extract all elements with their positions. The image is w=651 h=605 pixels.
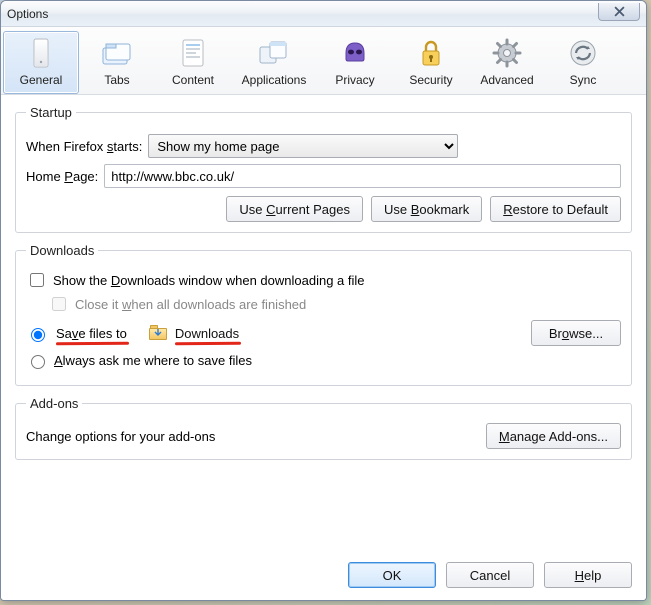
help-button[interactable]: Help xyxy=(544,562,632,588)
applications-icon xyxy=(257,36,291,70)
when-starts-label: When Firefox starts: xyxy=(26,139,142,154)
tab-security[interactable]: Security xyxy=(393,31,469,94)
addons-group: Add-ons Change options for your add-ons … xyxy=(15,396,632,460)
tab-privacy-label: Privacy xyxy=(335,73,374,87)
tab-general-label: General xyxy=(20,73,63,87)
tab-security-label: Security xyxy=(409,73,452,87)
close-icon xyxy=(614,6,625,17)
use-current-pages-button[interactable]: Use Current Pages xyxy=(226,196,363,222)
tab-privacy[interactable]: Privacy xyxy=(317,31,393,94)
tab-content-label: Content xyxy=(172,73,214,87)
privacy-icon xyxy=(338,36,372,70)
tab-sync-label: Sync xyxy=(570,73,597,87)
use-bookmark-button[interactable]: Use Bookmark xyxy=(371,196,482,222)
restore-default-button[interactable]: Restore to Default xyxy=(490,196,621,222)
when-starts-select[interactable]: Show my home page xyxy=(148,134,458,158)
close-button[interactable] xyxy=(598,3,640,21)
downloads-legend: Downloads xyxy=(26,243,98,258)
general-icon xyxy=(24,36,58,70)
tab-general[interactable]: General xyxy=(3,31,79,94)
save-files-to-radio[interactable] xyxy=(31,328,45,342)
show-downloads-window-checkbox[interactable] xyxy=(30,273,44,287)
addons-description: Change options for your add-ons xyxy=(26,429,215,444)
folder-icon xyxy=(149,325,167,341)
close-when-finished-label: Close it when all downloads are finished xyxy=(75,297,306,312)
always-ask-radio[interactable] xyxy=(31,355,45,369)
ok-button[interactable]: OK xyxy=(348,562,436,588)
window-title: Options xyxy=(7,7,48,21)
home-page-label: Home Page: xyxy=(26,169,98,184)
security-icon xyxy=(414,36,448,70)
download-folder-path: Downloads xyxy=(175,326,239,341)
downloads-group: Downloads Show the Downloads window when… xyxy=(15,243,632,386)
tab-advanced[interactable]: Advanced xyxy=(469,31,545,94)
titlebar: Options xyxy=(1,1,646,27)
sync-icon xyxy=(566,36,600,70)
manage-addons-button[interactable]: Manage Add-ons... xyxy=(486,423,621,449)
close-when-finished-checkbox xyxy=(52,297,66,311)
tab-content[interactable]: Content xyxy=(155,31,231,94)
tab-tabs-label: Tabs xyxy=(104,73,129,87)
always-ask-label: Always ask me where to save files xyxy=(54,353,252,368)
options-dialog: Options General Tabs Content xyxy=(0,0,647,601)
dialog-footer: OK Cancel Help xyxy=(1,550,646,600)
addons-legend: Add-ons xyxy=(26,396,82,411)
browse-button[interactable]: Browse... xyxy=(531,320,621,346)
cancel-button[interactable]: Cancel xyxy=(446,562,534,588)
tab-tabs[interactable]: Tabs xyxy=(79,31,155,94)
save-files-to-label: Save files to xyxy=(56,326,127,341)
startup-legend: Startup xyxy=(26,105,76,120)
general-panel: Startup When Firefox starts: Show my hom… xyxy=(1,95,646,480)
tab-sync[interactable]: Sync xyxy=(545,31,621,94)
tab-advanced-label: Advanced xyxy=(480,73,533,87)
show-downloads-window-label: Show the Downloads window when downloadi… xyxy=(53,273,365,288)
tab-applications[interactable]: Applications xyxy=(231,31,317,94)
tab-applications-label: Applications xyxy=(242,73,307,87)
home-page-input[interactable] xyxy=(104,164,621,188)
startup-group: Startup When Firefox starts: Show my hom… xyxy=(15,105,632,233)
content-icon xyxy=(176,36,210,70)
advanced-icon xyxy=(490,36,524,70)
tabs-icon xyxy=(100,36,134,70)
category-toolbar: General Tabs Content Applications Privac… xyxy=(1,27,646,95)
